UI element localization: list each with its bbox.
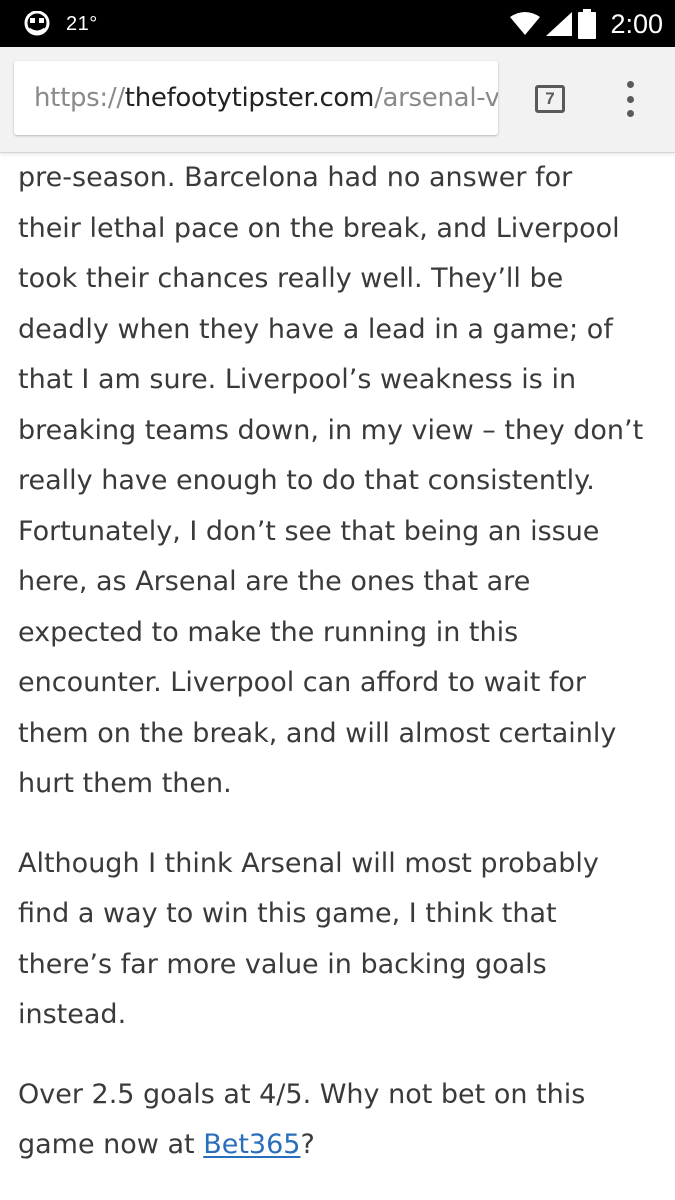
paragraph-line: instead.	[18, 999, 127, 1030]
paragraph-line: pre-season. Barcelona had no answer for	[18, 162, 573, 193]
paragraph-line: encounter. Liverpool can afford to wait …	[18, 667, 587, 698]
wifi-icon	[510, 12, 541, 36]
browser-toolbar: https://thefootytipster.com/arsenal-v-li…	[0, 47, 675, 153]
paragraph-line: there’s far more value in backing goals	[18, 948, 547, 980]
url-host: thefootytipster.com	[124, 83, 375, 113]
article-paragraph-2: Although I think Arsenal will most proba…	[18, 839, 668, 1041]
tab-count-icon: 7	[535, 85, 565, 113]
battery-icon	[578, 9, 597, 39]
paragraph-line: that I am sure. Liverpool’s weakness is …	[18, 364, 577, 395]
article-body: pre-season. Barcelona had no answer for …	[18, 153, 668, 1200]
paragraph-line: Fortunately, I don’t see that being an i…	[18, 515, 600, 547]
menu-dot	[626, 95, 634, 103]
menu-dot	[626, 110, 634, 117]
paragraph-line: hurt them then.	[18, 768, 232, 799]
url-path: /arsenal-v-liverpool	[374, 83, 498, 113]
paragraph-line: expected to make the running in this	[18, 616, 519, 648]
paragraph-line: their lethal pace on the break, and Live…	[18, 212, 620, 244]
page-content: pre-season. Barcelona had no answer for …	[0, 153, 675, 1200]
signal-icon	[546, 12, 573, 36]
paragraph-line: Although I think Arsenal will most proba…	[18, 847, 599, 879]
paragraph-line: game now at Bet365?	[18, 1120, 668, 1171]
paragraph-line: took their chances really well. They’ll …	[18, 263, 564, 294]
tab-switcher-button[interactable]: 7	[531, 82, 569, 116]
status-bar: 21° 2:00	[0, 0, 675, 47]
article-paragraph-1: pre-season. Barcelona had no answer for …	[18, 153, 668, 810]
line-suffix: ?	[300, 1129, 315, 1160]
url-text[interactable]: https://thefootytipster.com/arsenal-v-li…	[34, 83, 498, 113]
paragraph-line: deadly when they have a lead in a game; …	[18, 313, 613, 345]
paragraph-line: find a way to win this game, I think tha…	[18, 898, 557, 929]
status-right: 2:00	[504, 6, 663, 42]
overflow-menu-icon[interactable]	[618, 79, 642, 119]
line-prefix: game now at	[18, 1129, 204, 1160]
paragraph-line: breaking teams down, in my view – they d…	[18, 414, 644, 446]
clock-text: 2:00	[610, 8, 663, 39]
paragraph-line: here, as Arsenal are the ones that are	[18, 566, 531, 597]
url-scheme: https://	[34, 83, 125, 113]
paragraph-line: them on the break, and will almost certa…	[18, 717, 617, 749]
status-left: 21°	[22, 8, 98, 40]
url-bar[interactable]: https://thefootytipster.com/arsenal-v-li…	[14, 61, 498, 135]
notification-app-icon	[22, 11, 52, 37]
menu-dot	[626, 81, 634, 88]
temperature-text: 21°	[66, 12, 98, 35]
paragraph-line: really have enough to do that consistent…	[18, 465, 595, 496]
paragraph-line: Over 2.5 goals at 4/5. Why not bet on th…	[18, 1078, 586, 1110]
article-paragraph-3: Over 2.5 goals at 4/5. Why not bet on th…	[18, 1070, 668, 1171]
bet365-link[interactable]: Bet365	[203, 1129, 300, 1160]
